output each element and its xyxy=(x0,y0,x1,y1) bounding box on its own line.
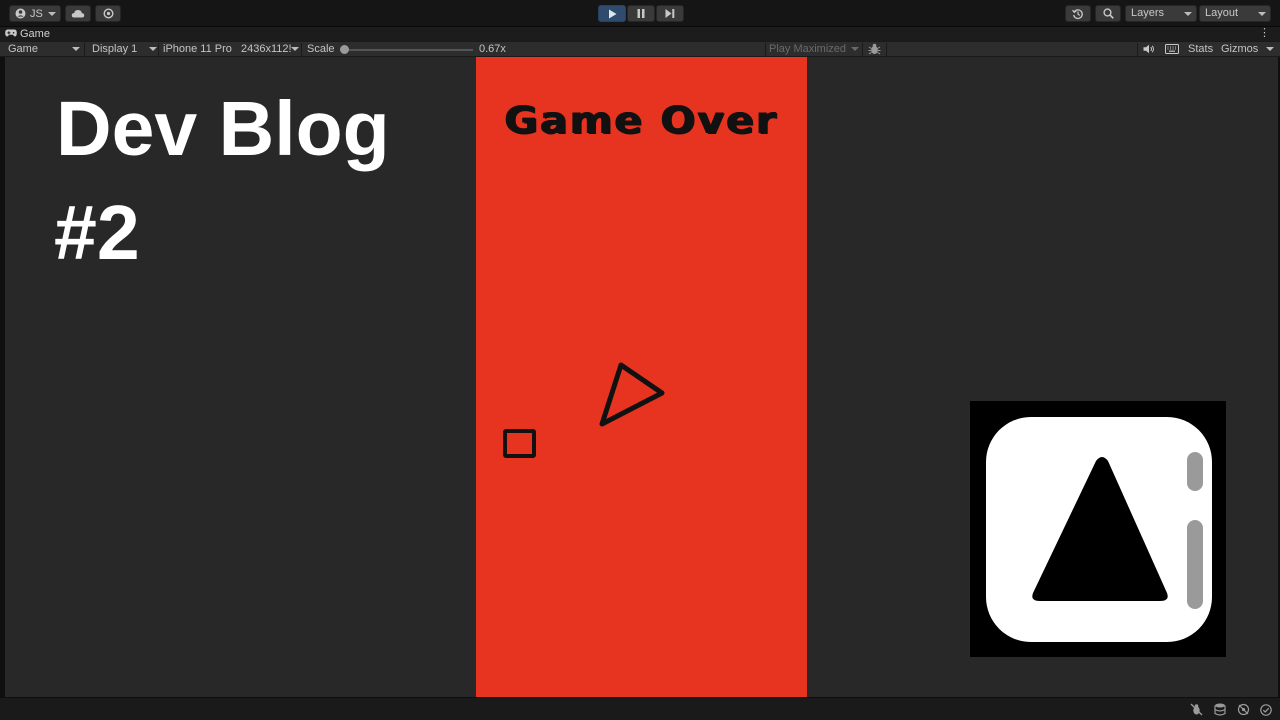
separator xyxy=(886,43,887,56)
tab-game[interactable]: Game xyxy=(5,27,50,41)
layout-label: Layout xyxy=(1205,7,1239,19)
play-maximized-dropdown[interactable]: Play Maximized xyxy=(769,42,846,57)
separator xyxy=(862,43,863,56)
gamepad-icon xyxy=(5,28,17,40)
triangle-player xyxy=(599,362,665,427)
undo-history-button[interactable] xyxy=(1065,5,1091,22)
square-obstacle xyxy=(503,429,536,458)
layers-dropdown[interactable]: Layers xyxy=(1125,5,1197,22)
view-mode-dropdown[interactable]: Game xyxy=(8,42,38,57)
chevron-down-icon xyxy=(1184,12,1192,16)
resolution-dropdown[interactable]: iPhone 11 Pro 2436x112! xyxy=(163,42,292,57)
search-icon xyxy=(1102,8,1114,19)
chevron-down-icon xyxy=(291,47,299,51)
display-label: Display 1 xyxy=(92,43,138,55)
resolution-label: 2436x112! xyxy=(240,43,292,55)
status-bar xyxy=(0,697,1280,720)
layout-dropdown[interactable]: Layout xyxy=(1199,5,1271,22)
layers-label: Layers xyxy=(1131,7,1165,19)
search-button[interactable] xyxy=(1095,5,1121,22)
separator xyxy=(301,43,302,56)
chevron-down-icon xyxy=(48,12,56,16)
account-label: JS xyxy=(30,7,43,20)
separator xyxy=(158,43,159,56)
app-logo-icon xyxy=(986,417,1212,642)
chevron-down-icon xyxy=(149,47,157,51)
stats-button[interactable]: Stats xyxy=(1188,42,1213,57)
cloud-button[interactable] xyxy=(65,5,91,22)
collab-icon xyxy=(102,8,114,19)
pause-button[interactable] xyxy=(627,5,655,22)
play-button[interactable] xyxy=(598,5,626,22)
scale-value: 0.67x xyxy=(479,43,506,55)
frame-debugger-button[interactable] xyxy=(868,43,881,58)
game-view-bar: Game Display 1 iPhone 11 Pro 2436x112! S… xyxy=(0,41,1280,57)
view-mode-label: Game xyxy=(8,43,38,55)
separator xyxy=(765,43,766,56)
keyboard-icon xyxy=(1165,44,1179,57)
database-icon[interactable] xyxy=(1214,703,1226,720)
scale-slider-thumb[interactable] xyxy=(340,45,349,54)
step-button[interactable] xyxy=(656,5,684,22)
tab-menu-button[interactable]: ⋮ xyxy=(1259,27,1270,39)
scale-label: Scale xyxy=(307,43,335,55)
history-icon xyxy=(1072,8,1084,20)
gizmos-button[interactable]: Gizmos xyxy=(1221,42,1258,57)
tab-game-label: Game xyxy=(20,28,50,40)
separator xyxy=(84,43,85,56)
account-icon xyxy=(15,8,26,19)
cloud-icon xyxy=(71,9,85,18)
device-label: iPhone 11 Pro xyxy=(163,43,232,55)
network-icon[interactable] xyxy=(1237,703,1250,720)
scale-slider-track[interactable] xyxy=(345,49,473,51)
separator xyxy=(1137,43,1138,56)
chevron-down-icon xyxy=(851,47,859,51)
chevron-down-icon xyxy=(72,47,80,51)
chevron-down-icon[interactable] xyxy=(1266,47,1274,51)
game-over-title: Game Over xyxy=(504,97,779,143)
play-icon xyxy=(608,9,617,19)
chevron-down-icon xyxy=(1258,12,1266,16)
collab-button[interactable] xyxy=(95,5,121,22)
app-logo xyxy=(970,401,1226,657)
tab-bar: Game ⋮ xyxy=(0,27,1280,41)
pause-icon xyxy=(637,9,645,18)
play-maximized-label: Play Maximized xyxy=(769,43,847,55)
check-icon[interactable] xyxy=(1260,703,1272,720)
step-icon xyxy=(665,9,675,18)
bug-off-icon[interactable] xyxy=(1190,703,1203,720)
blog-number: #2 xyxy=(54,190,140,276)
blog-title: Dev Blog xyxy=(56,86,390,172)
account-dropdown[interactable]: JS xyxy=(9,5,61,22)
main-toolbar: JS Layers Layout xyxy=(0,0,1280,27)
speaker-icon xyxy=(1143,44,1155,57)
display-dropdown[interactable]: Display 1 xyxy=(92,42,137,57)
